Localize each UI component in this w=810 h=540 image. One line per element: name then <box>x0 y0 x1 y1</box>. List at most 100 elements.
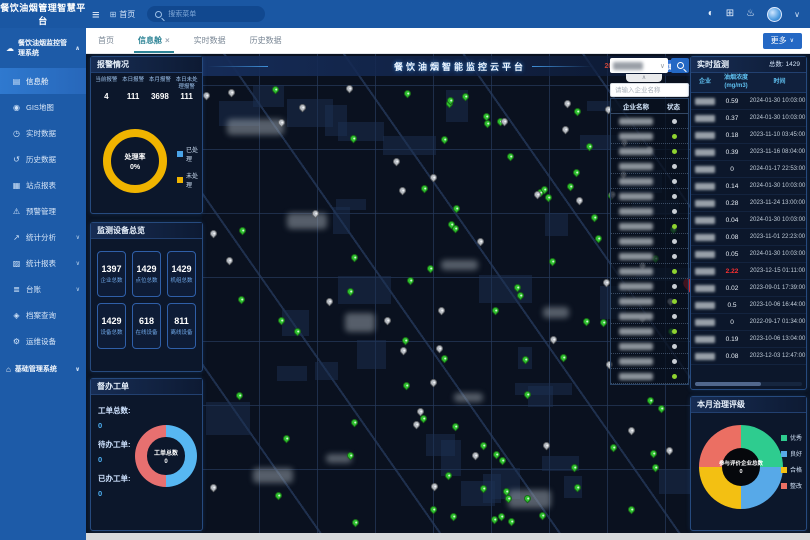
sidebar-group-0[interactable]: ☁餐饮油烟监控管理系统∧ <box>0 28 86 68</box>
tab-实时数据[interactable]: 实时数据 <box>182 28 238 53</box>
company-list-item[interactable] <box>611 264 688 279</box>
map-pin-gray[interactable] <box>542 440 552 450</box>
map-pin-green[interactable] <box>349 418 359 428</box>
map-pin-green[interactable] <box>235 390 245 400</box>
flame-icon[interactable]: ♨ <box>746 9 755 19</box>
table-row[interactable]: 0.052024-01-30 10:03:00 <box>691 246 806 263</box>
map-pin-gray[interactable] <box>227 87 237 97</box>
company-list-item[interactable] <box>611 324 688 339</box>
chevron-down-icon[interactable]: ∨ <box>794 10 800 19</box>
table-row[interactable]: 0.592024-01-30 10:03:00 <box>691 93 806 110</box>
map-pin-green[interactable] <box>548 256 558 266</box>
map-pin-gray[interactable] <box>428 378 438 388</box>
table-row[interactable]: 0.372024-01-30 10:03:00 <box>691 110 806 127</box>
table-row[interactable]: 0.282023-11-24 13:00:00 <box>691 195 806 212</box>
sidebar-group-1[interactable]: ⌂基础管理系统∨ <box>0 354 86 384</box>
map-pin-green[interactable] <box>400 335 410 345</box>
sidebar-item-信息舱[interactable]: ▤信息舱 <box>0 68 86 94</box>
user-avatar[interactable] <box>767 7 782 22</box>
company-list-item[interactable] <box>611 174 688 189</box>
map-pin-green[interactable] <box>582 317 592 327</box>
map-pin-gray[interactable] <box>208 229 218 239</box>
table-row[interactable]: 2.222023-12-15 01:11:00 <box>691 263 806 280</box>
sidebar-item-统计报表[interactable]: ▨统计报表∨ <box>0 250 86 276</box>
device-stat-box[interactable]: 1429点位总数 <box>132 251 161 297</box>
map-pin-green[interactable] <box>440 135 450 145</box>
map-pin-green[interactable] <box>646 396 656 406</box>
table-row[interactable]: 02024-01-17 22:53:00 <box>691 161 806 178</box>
map-pin-green[interactable] <box>599 318 609 328</box>
city-map[interactable]: 餐饮油烟智能监控云平台 2024/1/30 10:03 星期二 ∨ ∧ 企业名称… <box>202 54 690 533</box>
bottom-scroll-strip[interactable] <box>86 533 810 540</box>
map-pin-green[interactable] <box>420 183 430 193</box>
map-pin-green[interactable] <box>429 505 439 515</box>
map-pin-green[interactable] <box>451 204 461 214</box>
sidebar-item-实时数据[interactable]: ◷实时数据 <box>0 120 86 146</box>
company-list-item[interactable] <box>611 189 688 204</box>
map-pin-green[interactable] <box>402 89 412 99</box>
theme-icon[interactable]: ◐ <box>708 9 714 19</box>
company-list-item[interactable] <box>611 129 688 144</box>
map-pin-gray[interactable] <box>563 99 573 109</box>
company-list-item[interactable] <box>611 294 688 309</box>
company-list-item[interactable] <box>611 249 688 264</box>
sidebar-item-台账[interactable]: ≣台账∨ <box>0 276 86 302</box>
tab-信息舱[interactable]: 信息舱× <box>126 28 182 53</box>
table-row[interactable]: 0.082023-12-03 12:47:00 <box>691 348 806 365</box>
map-pin-green[interactable] <box>448 511 458 521</box>
map-pin-gray[interactable] <box>626 426 636 436</box>
table-row[interactable]: 0.52023-10-06 16:44:00 <box>691 297 806 314</box>
company-list-item[interactable] <box>611 204 688 219</box>
map-pin-gray[interactable] <box>383 316 393 326</box>
tab-首页[interactable]: 首页 <box>86 28 126 53</box>
map-pin-gray[interactable] <box>435 343 445 353</box>
map-pin-green[interactable] <box>593 234 603 244</box>
map-pin-gray[interactable] <box>208 482 218 492</box>
apps-icon[interactable]: ⊞ <box>726 9 734 19</box>
sidebar-item-统计分析[interactable]: ↗统计分析∨ <box>0 224 86 250</box>
map-pin-green[interactable] <box>490 305 500 315</box>
company-search-input[interactable] <box>610 83 689 97</box>
company-list-item[interactable] <box>611 234 688 249</box>
map-pin-green[interactable] <box>425 263 435 273</box>
table-row[interactable]: 0.142024-01-30 10:03:00 <box>691 178 806 195</box>
company-list-item[interactable] <box>611 339 688 354</box>
map-pin-green[interactable] <box>236 295 246 305</box>
company-list-item[interactable] <box>611 279 688 294</box>
table-row[interactable]: 0.082023-11-01 22:23:00 <box>691 229 806 246</box>
map-pin-gray[interactable] <box>398 346 408 356</box>
map-pin-green[interactable] <box>589 213 599 223</box>
map-pin-gray[interactable] <box>437 306 447 316</box>
map-pin-gray[interactable] <box>664 445 674 455</box>
table-row[interactable]: 0.392023-11-16 08:04:00 <box>691 144 806 161</box>
company-list-item[interactable] <box>611 309 688 324</box>
collapse-handle[interactable]: ∧ <box>626 74 662 82</box>
map-pin-green[interactable] <box>559 352 569 362</box>
map-pin-gray[interactable] <box>428 173 438 183</box>
map-pin-gray[interactable] <box>475 236 485 246</box>
device-stat-box[interactable]: 1429设备总数 <box>97 303 126 349</box>
map-pin-green[interactable] <box>238 226 248 236</box>
map-pin-green[interactable] <box>538 510 548 520</box>
map-pin-green[interactable] <box>627 505 637 515</box>
sidebar-item-预警管理[interactable]: ⚠预警管理 <box>0 198 86 224</box>
scrollbar-thumb[interactable] <box>695 382 761 386</box>
sidebar-item-档案查询[interactable]: ◈档案查询 <box>0 302 86 328</box>
map-pin-gray[interactable] <box>202 90 211 100</box>
menu-search-input[interactable] <box>166 10 256 19</box>
tab-历史数据[interactable]: 历史数据 <box>238 28 294 53</box>
map-pin-green[interactable] <box>609 443 619 453</box>
map-pin-gray[interactable] <box>549 334 559 344</box>
map-pin-green[interactable] <box>565 182 575 192</box>
map-pin-green[interactable] <box>350 518 360 528</box>
table-row[interactable]: 0.022023-09-01 17:39:00 <box>691 280 806 297</box>
sidebar-item-运维设备[interactable]: ⚙运维设备 <box>0 328 86 354</box>
sidebar-item-历史数据[interactable]: ↺历史数据 <box>0 146 86 172</box>
close-icon[interactable]: × <box>165 36 170 45</box>
map-pin-green[interactable] <box>573 107 583 117</box>
table-row[interactable]: 02022-09-17 01:34:00 <box>691 314 806 331</box>
map-pin-gray[interactable] <box>225 256 235 266</box>
table-row[interactable]: 0.182023-11-10 03:45:00 <box>691 127 806 144</box>
table-row[interactable]: 0.042024-01-30 10:03:00 <box>691 212 806 229</box>
device-stat-box[interactable]: 1429机组总数 <box>167 251 196 297</box>
